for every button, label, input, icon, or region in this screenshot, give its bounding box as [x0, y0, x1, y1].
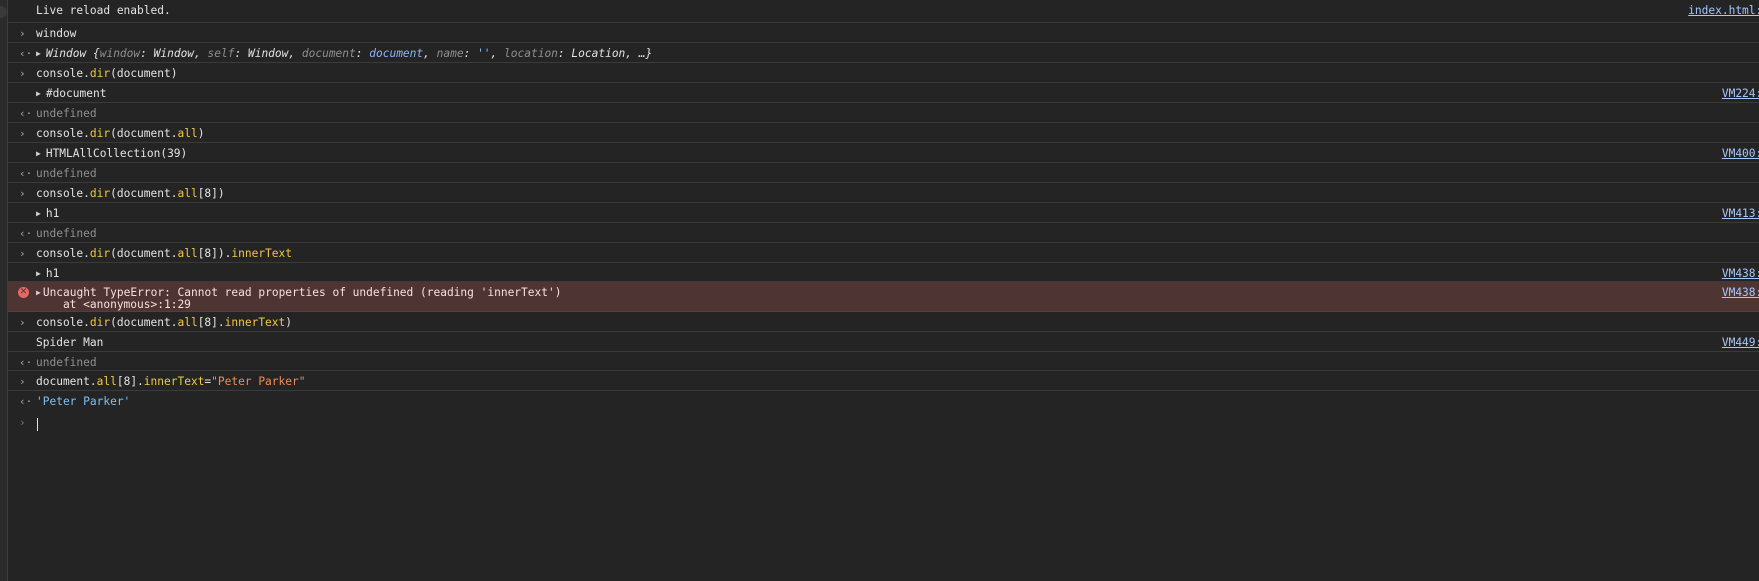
input-prompt-icon: › [19, 187, 26, 200]
result-row: ‹· undefined [8, 223, 1759, 243]
input-row: › console.dir(document.all) [8, 123, 1759, 143]
result-row: ‹· undefined [8, 163, 1759, 183]
source-link[interactable]: index.html:9 [1688, 4, 1759, 17]
expand-triangle-icon[interactable]: ▶ [36, 89, 41, 98]
input-prompt-icon: › [19, 316, 26, 329]
source-link[interactable]: VM224:1 [1722, 87, 1759, 100]
input-text: console.dir(document.all[8]) [36, 187, 225, 200]
object-preview[interactable]: ▶ HTMLAllCollection(39) [36, 147, 187, 160]
input-text: console.dir(document.all[8]).innerText [36, 247, 292, 260]
source-link[interactable]: VM413:1 [1722, 207, 1759, 220]
input-row: › console.dir(document) [8, 63, 1759, 83]
log-message: ▶HTMLAllCollection(39) VM400:1 [8, 143, 1759, 163]
result-row: ‹· 'Peter Parker' [8, 391, 1759, 410]
expand-triangle-icon[interactable]: ▶ [36, 149, 41, 158]
log-message: ▶h1 VM413:1 [8, 203, 1759, 223]
log-message: ▶h1 VM438:1 [8, 263, 1759, 282]
result-prompt-icon: ‹· [19, 167, 33, 180]
result-text: undefined [36, 167, 97, 180]
left-gutter [0, 0, 8, 581]
log-message: ▶#document VM224:1 [8, 83, 1759, 103]
input-text: console.dir(document) [36, 67, 178, 80]
expand-triangle-icon[interactable]: ▶ [36, 288, 41, 297]
error-stack-line: at <anonymous>:1:29 [36, 298, 191, 311]
input-row: › console.dir(document.all[8]).innerText [8, 243, 1759, 263]
object-preview[interactable]: ▶ Window {window: Window, self: Window, d… [36, 47, 652, 60]
log-message: Spider Man VM449:1 [8, 332, 1759, 352]
object-preview[interactable]: ▶ #document [36, 87, 106, 100]
input-text: document.all[8].innerText="Peter Parker" [36, 375, 306, 388]
result-row: ‹· undefined [8, 103, 1759, 123]
result-prompt-icon: ‹· [19, 356, 33, 369]
result-row: ‹· ▶ Window {window: Window, self: Window… [8, 43, 1759, 63]
result-prompt-icon: ‹· [19, 395, 33, 408]
object-preview[interactable]: ▶ h1 [36, 267, 59, 280]
object-preview[interactable]: ▶ h1 [36, 207, 59, 220]
input-prompt-icon: › [19, 27, 26, 40]
input-prompt-icon: › [19, 67, 26, 80]
result-prompt-icon: ‹· [19, 227, 33, 240]
result-prompt-icon: ‹· [19, 107, 33, 120]
input-prompt-icon: › [19, 247, 26, 260]
input-row: › console.dir(document.all[8].innerText) [8, 312, 1759, 332]
input-row: › console.dir(document.all[8]) [8, 183, 1759, 203]
input-prompt-icon: › [19, 416, 26, 429]
input-prompt-icon: › [19, 375, 26, 388]
input-row: › document.all[8].innerText="Peter Parke… [8, 371, 1759, 391]
result-text: undefined [36, 356, 97, 369]
result-prompt-icon: ‹· [19, 47, 33, 60]
source-link[interactable]: VM438:1 [1722, 267, 1759, 280]
console-log: Live reload enabled. index.html:9 › wind… [8, 0, 1759, 440]
source-link[interactable]: VM438:1 [1722, 286, 1759, 299]
result-text: undefined [36, 107, 97, 120]
input-text: window [36, 27, 77, 40]
error-icon: ✕ [18, 287, 29, 298]
console-input-caret[interactable] [37, 418, 38, 431]
console-prompt-row[interactable]: › [8, 410, 1759, 440]
source-link[interactable]: VM400:1 [1722, 147, 1759, 160]
result-text: 'Peter Parker' [36, 395, 131, 408]
expand-triangle-icon[interactable]: ▶ [36, 269, 41, 278]
error-message: ✕ ▶ Uncaught TypeError: Cannot read prope… [8, 282, 1759, 312]
log-text: Live reload enabled. [36, 4, 171, 17]
log-message: Live reload enabled. index.html:9 [8, 0, 1759, 23]
input-row: › window [8, 23, 1759, 43]
source-link[interactable]: VM449:1 [1722, 336, 1759, 349]
input-prompt-icon: › [19, 127, 26, 140]
result-text: undefined [36, 227, 97, 240]
expand-triangle-icon[interactable]: ▶ [36, 209, 41, 218]
log-text: Spider Man [36, 336, 104, 349]
expand-triangle-icon[interactable]: ▶ [36, 49, 41, 58]
result-row: ‹· undefined [8, 352, 1759, 371]
drawer-toggle[interactable] [0, 6, 7, 18]
input-text: console.dir(document.all[8].innerText) [36, 316, 293, 329]
input-text: console.dir(document.all) [36, 127, 205, 140]
